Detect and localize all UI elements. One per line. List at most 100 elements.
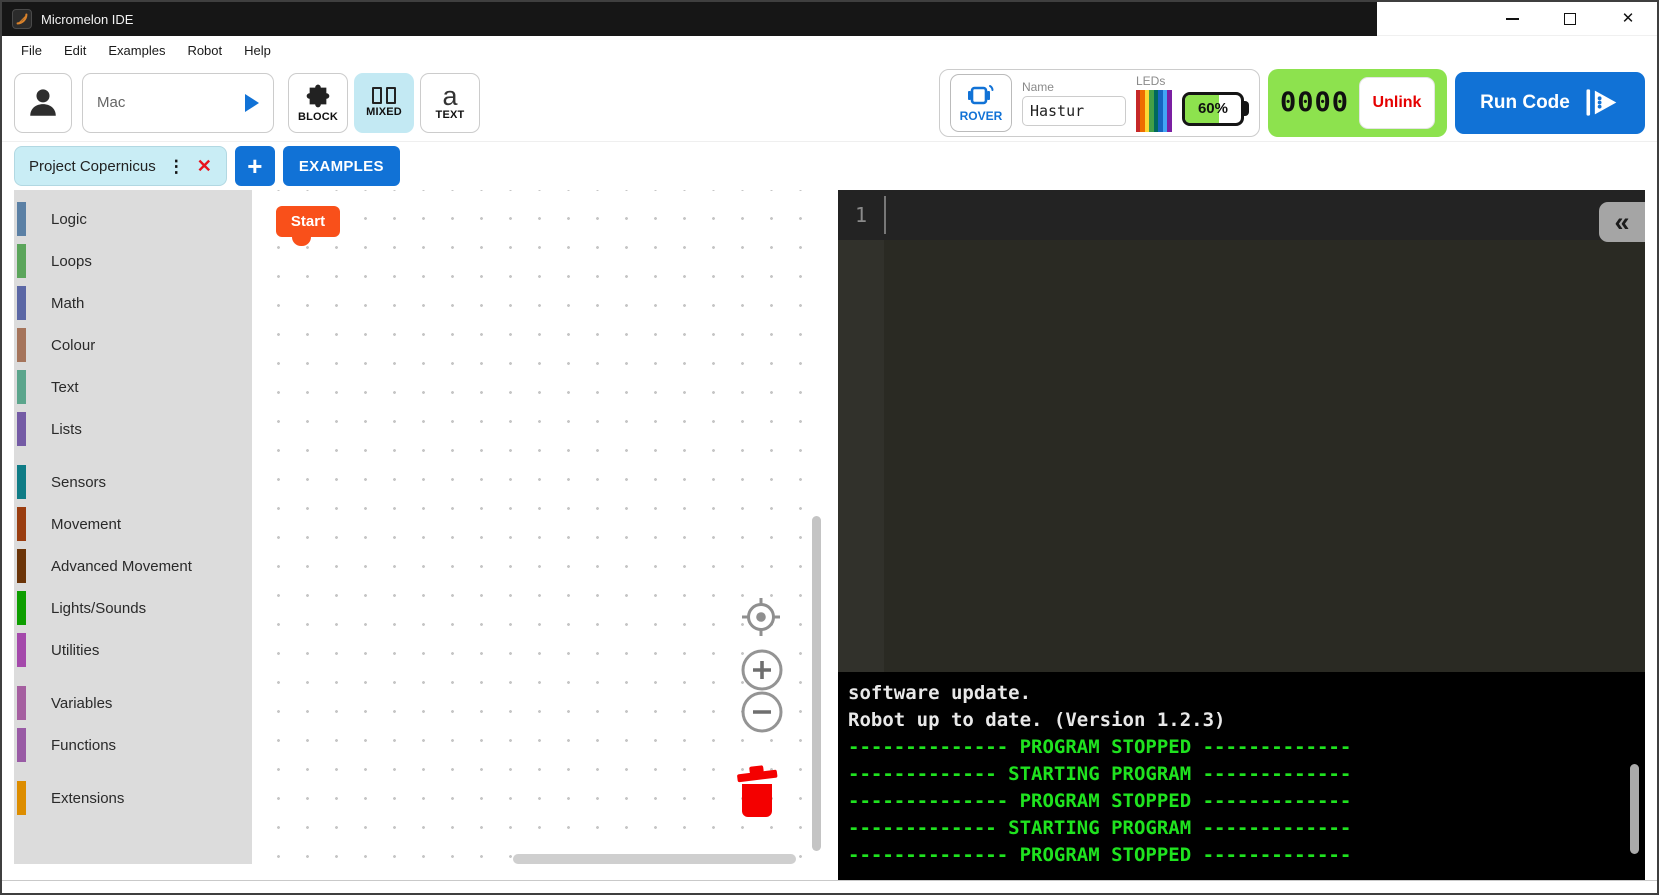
code-panel: 1 « software update. Robot up to date. (… (838, 190, 1645, 880)
rover-icon (966, 83, 996, 109)
category-label: Sensors (51, 474, 106, 491)
menu-file[interactable]: File (10, 43, 53, 58)
category-color-bar (17, 549, 26, 583)
sidebar-item-advanced-movement[interactable]: Advanced Movement (14, 545, 252, 587)
led-color-strip[interactable] (1136, 90, 1172, 132)
sidebar-item-colour[interactable]: Colour (14, 324, 252, 366)
dropdown-arrow-icon (245, 94, 259, 112)
mode-mixed-label: MIXED (366, 106, 402, 118)
device-selector[interactable]: Mac (82, 73, 274, 133)
sidebar-item-variables[interactable]: Variables (14, 682, 252, 724)
mode-text-label: TEXT (436, 109, 465, 121)
canvas-horizontal-scrollbar[interactable] (513, 854, 796, 864)
category-label: Utilities (51, 642, 99, 659)
mode-block-label: BLOCK (298, 111, 338, 123)
unlink-button[interactable]: Unlink (1359, 77, 1435, 129)
sidebar-item-sensors[interactable]: Sensors (14, 461, 252, 503)
console-line: software update. (848, 680, 1645, 707)
tab-title: Project Copernicus (29, 158, 156, 175)
text-cursor (884, 196, 886, 234)
minimize-icon (1506, 18, 1519, 20)
sidebar-item-movement[interactable]: Movement (14, 503, 252, 545)
mode-block-button[interactable]: BLOCK (288, 73, 348, 133)
console-line: Robot up to date. (Version 1.2.3) (848, 707, 1645, 734)
canvas-vertical-scrollbar[interactable] (812, 516, 821, 851)
battery-nub (1244, 101, 1249, 116)
category-label: Extensions (51, 790, 124, 807)
robot-name-input[interactable] (1022, 96, 1126, 126)
examples-button[interactable]: EXAMPLES (283, 146, 400, 186)
console-line: -------------- PROGRAM STOPPED ---------… (848, 788, 1645, 815)
sidebar-item-lights-sounds[interactable]: Lights/Sounds (14, 587, 252, 629)
zoom-in-button[interactable] (740, 648, 784, 692)
led-stripe (1167, 90, 1172, 132)
mode-mixed-button[interactable]: MIXED (354, 73, 414, 133)
sidebar-item-functions[interactable]: Functions (14, 724, 252, 766)
toolbar: Mac BLOCK MIXED a TEXT (2, 64, 1657, 142)
block-workspace-canvas[interactable]: Start (252, 190, 825, 874)
console-line: -------------- PROGRAM STOPPED ---------… (848, 734, 1645, 761)
menu-robot[interactable]: Robot (176, 43, 233, 58)
sidebar-item-utilities[interactable]: Utilities (14, 629, 252, 671)
sidebar-item-extensions[interactable]: Extensions (14, 777, 252, 819)
category-label: Movement (51, 516, 121, 533)
category-color-bar (17, 412, 26, 446)
leds-field: LEDs (1136, 74, 1172, 132)
start-block-notch (292, 237, 311, 246)
run-code-button[interactable]: Run Code (1455, 72, 1645, 134)
tab-menu-icon[interactable]: ⋮ (168, 158, 185, 175)
sidebar-item-lists[interactable]: Lists (14, 408, 252, 450)
tab-bar: Project Copernicus ⋮ ✕ + EXAMPLES (2, 142, 1657, 190)
rover-button[interactable]: ROVER (950, 74, 1012, 132)
category-color-bar (17, 728, 26, 762)
category-color-bar (17, 781, 26, 815)
mode-text-button[interactable]: a TEXT (420, 73, 480, 133)
menu-help[interactable]: Help (233, 43, 282, 58)
menu-edit[interactable]: Edit (53, 43, 97, 58)
console-line: ------------- STARTING PROGRAM ---------… (848, 761, 1645, 788)
editor-active-line: 1 (838, 190, 1645, 240)
minimize-button[interactable] (1483, 2, 1541, 35)
battery-body: 60% (1182, 92, 1244, 126)
zoom-reset-button[interactable] (740, 596, 782, 638)
code-editor[interactable]: 1 « (838, 190, 1645, 672)
category-label: Lists (51, 421, 82, 438)
account-button[interactable] (14, 73, 72, 133)
menu-examples[interactable]: Examples (97, 43, 176, 58)
category-label: Logic (51, 211, 87, 228)
category-color-bar (17, 686, 26, 720)
tab-project-copernicus[interactable]: Project Copernicus ⋮ ✕ (14, 146, 227, 186)
puzzle-icon (305, 83, 331, 109)
split-view-icon (372, 87, 396, 104)
app-window: Micromelon IDE ✕ File Edit Examples Robo… (0, 0, 1659, 895)
rover-button-label: ROVER (960, 109, 1003, 123)
category-color-bar (17, 507, 26, 541)
sidebar-item-text[interactable]: Text (14, 366, 252, 408)
category-label: Loops (51, 253, 92, 270)
console-line: -------------- PROGRAM STOPPED ---------… (848, 842, 1645, 869)
add-tab-button[interactable]: + (235, 146, 275, 186)
window-footer (2, 880, 1657, 893)
block-category-sidebar: Logic Loops Math Colour Text Lists Senso… (14, 190, 252, 864)
sidebar-item-loops[interactable]: Loops (14, 240, 252, 282)
link-panel: 0000 Unlink (1268, 69, 1447, 137)
text-mode-icon: a (442, 85, 457, 107)
sidebar-item-logic[interactable]: Logic (14, 198, 252, 240)
maximize-button[interactable] (1541, 2, 1599, 35)
category-label: Math (51, 295, 84, 312)
line-number: 1 (838, 203, 884, 227)
zoom-out-button[interactable] (740, 690, 784, 734)
console-scrollbar[interactable] (1630, 764, 1639, 854)
category-color-bar (17, 202, 26, 236)
collapse-panel-button[interactable]: « (1599, 202, 1645, 242)
app-logo-icon (12, 9, 32, 29)
panel-divider (825, 190, 838, 880)
run-flag-icon (1584, 87, 1620, 118)
robot-name-field: Name (1022, 80, 1126, 126)
start-block[interactable]: Start (276, 206, 340, 237)
trash-icon[interactable] (728, 760, 786, 822)
category-label: Functions (51, 737, 116, 754)
sidebar-item-math[interactable]: Math (14, 282, 252, 324)
close-button[interactable]: ✕ (1599, 2, 1657, 35)
tab-close-icon[interactable]: ✕ (197, 157, 212, 175)
